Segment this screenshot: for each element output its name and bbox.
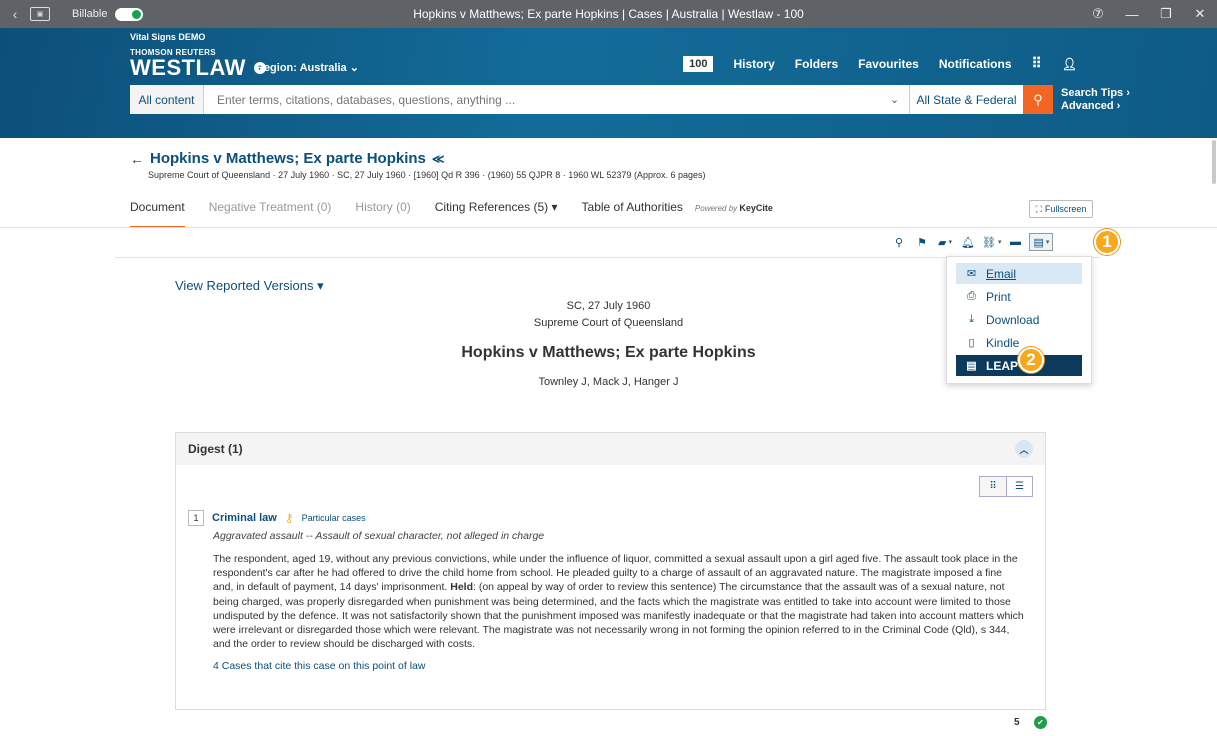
- envelope-icon: ✉: [966, 268, 977, 280]
- flag-icon[interactable]: ⚑: [913, 233, 931, 251]
- westlaw-header: Vital Signs DEMO THOMSON REUTERS WESTLAW…: [0, 28, 1217, 138]
- back-arrow-icon[interactable]: ←: [130, 151, 144, 167]
- brand-logo[interactable]: Vital Signs DEMO THOMSON REUTERS WESTLAW…: [130, 32, 266, 79]
- search-in-document-icon[interactable]: ⚲: [890, 233, 908, 251]
- org-name: Vital Signs DEMO: [130, 32, 206, 42]
- window-title: Hopkins v Matthews; Ex parte Hopkins | C…: [413, 7, 804, 21]
- tab-history[interactable]: History (0): [355, 200, 410, 228]
- minimize-button[interactable]: —: [1115, 7, 1149, 22]
- court-block: SC, 27 July 1960 Supreme Court of Queens…: [0, 298, 1217, 332]
- menu-item-email[interactable]: ✉ Email: [956, 263, 1082, 284]
- window-controls: ⑦ — ❐ ✕: [1081, 0, 1217, 28]
- apps-grid-icon[interactable]: ⠿: [1032, 55, 1042, 72]
- case-name: Hopkins v Matthews; Ex parte Hopkins: [461, 344, 756, 361]
- grid-view-icon[interactable]: ⠿: [980, 477, 1006, 496]
- entry-body: The respondent, aged 19, without any pre…: [213, 553, 1024, 651]
- document-toolbar: ⚲ ⚑ ▰ ▾ 🔔︎ ⛓ ▾ ▬ ▤ ▾: [890, 233, 1054, 251]
- digest-header[interactable]: Digest (1) ︿: [176, 433, 1045, 465]
- billable-toggle[interactable]: [115, 7, 144, 21]
- digest-heading: Digest (1): [188, 442, 243, 456]
- top-nav: 100 History Folders Favourites Notificat…: [683, 55, 1077, 72]
- divider: [0, 227, 1217, 228]
- client-id-badge[interactable]: 100: [683, 55, 714, 72]
- product-name: WESTLAW: [130, 55, 246, 80]
- tab-document[interactable]: Document: [130, 200, 185, 228]
- nav-favourites[interactable]: Favourites: [858, 57, 919, 71]
- keycite-flag-icon[interactable]: ≪: [432, 152, 445, 166]
- digest-panel: Digest (1) ︿ ⠿ ☰ 1 Criminal law ⚷ Partic…: [175, 432, 1046, 710]
- chevron-down-icon[interactable]: ⌄: [880, 85, 909, 114]
- expand-icon: ⛶: [1035, 203, 1042, 214]
- region-selector[interactable]: Region: Australia ⌄: [256, 61, 359, 74]
- entry-subtopic-link[interactable]: Particular cases: [302, 513, 366, 523]
- archive-icon: ▤: [1033, 236, 1044, 249]
- search-bar: All content ⌄ All State & Federal ⚲ Sear…: [130, 85, 1130, 114]
- back-icon[interactable]: ‹: [4, 6, 26, 22]
- entry-topic-link[interactable]: Criminal law: [212, 512, 277, 524]
- digest-view-toggle: ⠿ ☰: [979, 476, 1033, 497]
- close-button[interactable]: ✕: [1183, 6, 1217, 22]
- search-scope-button[interactable]: All content: [130, 85, 204, 114]
- advanced-search-link[interactable]: Advanced ›: [1061, 100, 1130, 113]
- scrollbar[interactable]: [1212, 140, 1216, 184]
- document-meta: Supreme Court of Queensland · 27 July 19…: [148, 170, 706, 180]
- link-icon[interactable]: ⛓ ▾: [982, 233, 1001, 251]
- search-tips: Search Tips › Advanced ›: [1061, 85, 1130, 114]
- tab-negative-treatment[interactable]: Negative Treatment (0): [209, 200, 332, 228]
- fullscreen-button[interactable]: ⛶ Fullscreen: [1029, 200, 1093, 218]
- help-icon[interactable]: ⑦: [1081, 6, 1115, 22]
- judges: Townley J, Mack J, Hanger J: [538, 376, 679, 388]
- bell-icon[interactable]: 🔔︎: [959, 233, 977, 251]
- nav-folders[interactable]: Folders: [795, 57, 838, 71]
- document-header: ← Hopkins v Matthews; Ex parte Hopkins ≪…: [130, 150, 705, 180]
- nav-notifications[interactable]: Notifications: [939, 57, 1012, 71]
- citing-cases-link[interactable]: 4 Cases that cite this case on this poin…: [213, 660, 1025, 672]
- search-button[interactable]: ⚲: [1023, 85, 1053, 114]
- jurisdiction-selector[interactable]: All State & Federal: [909, 85, 1023, 114]
- entry-number: 1: [188, 510, 204, 526]
- billable-label: Billable: [72, 8, 108, 20]
- document-title: Hopkins v Matthews; Ex parte Hopkins: [150, 150, 426, 167]
- maximize-button[interactable]: ❐: [1149, 6, 1183, 22]
- key-icon: ⚷: [284, 511, 294, 525]
- nav-history[interactable]: History: [733, 57, 774, 71]
- step-badge-1: 1: [1094, 229, 1120, 255]
- entry-catchwords: Aggravated assault -- Assault of sexual …: [213, 530, 545, 542]
- tab-table-of-authorities[interactable]: Table of Authorities: [582, 200, 683, 228]
- list-view-icon[interactable]: ☰: [1006, 477, 1032, 496]
- app-menu-icon[interactable]: ▣: [30, 7, 50, 21]
- digest-entry: 1 Criminal law ⚷ Particular cases Aggrav…: [188, 510, 1025, 672]
- user-icon[interactable]: 👤︎: [1062, 57, 1077, 71]
- folder-icon[interactable]: ▬: [1006, 233, 1024, 251]
- court-date: SC, 27 July 1960: [566, 300, 651, 312]
- document-tabs: Document Negative Treatment (0) History …: [130, 200, 773, 228]
- region-label: Region: Australia: [256, 62, 347, 74]
- view-reported-versions[interactable]: View Reported Versions ▾: [175, 278, 324, 294]
- search-input[interactable]: [204, 85, 880, 114]
- delivery-menu-button[interactable]: ▤ ▾: [1029, 233, 1054, 251]
- keycite-powered-by: Powered by KeyCite: [694, 203, 773, 213]
- collapse-icon[interactable]: ︿: [1015, 440, 1033, 458]
- search-icon: ⚲: [1033, 91, 1043, 107]
- tab-citing-references[interactable]: Citing References (5) ▾: [435, 200, 558, 228]
- annotate-icon[interactable]: ▰ ▾: [936, 233, 954, 251]
- search-tips-link[interactable]: Search Tips ›: [1061, 87, 1130, 100]
- citing-count: 5: [1014, 717, 1020, 728]
- check-icon: ✔: [1034, 716, 1047, 729]
- court-name: Supreme Court of Queensland: [533, 317, 684, 329]
- window-titlebar: ‹ ▣ Billable Hopkins v Matthews; Ex part…: [0, 0, 1217, 28]
